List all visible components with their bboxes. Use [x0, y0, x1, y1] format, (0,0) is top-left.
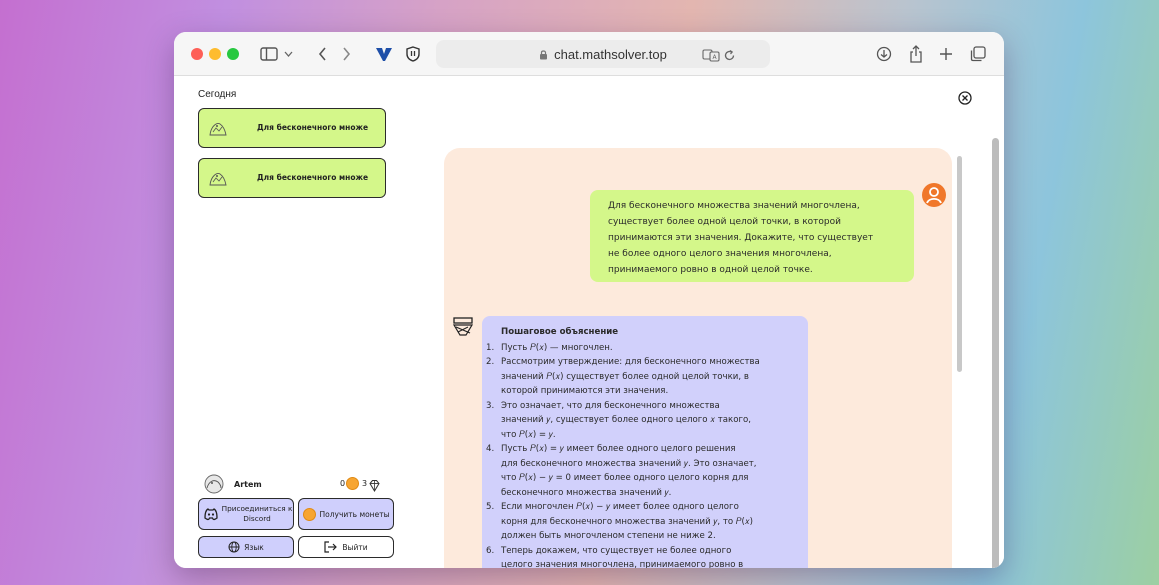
- step-line: для бесконечного множества значений 𝑦. Э…: [501, 458, 757, 469]
- step-text: Это означает, что для бесконечного множе…: [501, 399, 800, 443]
- language-label: Язык: [244, 542, 264, 552]
- explanation-step: 2. Рассмотрим утверждение: для бесконечно…: [486, 355, 800, 399]
- language-button[interactable]: Язык: [198, 536, 294, 558]
- tabs-icon[interactable]: [968, 41, 988, 67]
- logout-label: Выйти: [342, 542, 368, 552]
- maximize-window-button[interactable]: [227, 48, 239, 60]
- gem-icon: [368, 477, 381, 496]
- step-number: 5.: [486, 502, 495, 512]
- user-message: Для бесконечного множества значений мног…: [590, 190, 914, 282]
- user-info: Artem 0 3: [202, 474, 392, 494]
- coin-icon: [302, 507, 316, 521]
- chevron-down-icon[interactable]: [282, 41, 294, 67]
- step-text: Теперь докажем, что существует не более …: [501, 544, 800, 569]
- browser-toolbar: chat.mathsolver.top A: [174, 32, 1004, 76]
- step-line: целого значения многочлена, принимаемого…: [501, 560, 744, 568]
- step-number: 1.: [486, 342, 495, 353]
- username: Artem: [234, 480, 262, 489]
- vpn-icon[interactable]: [374, 41, 394, 67]
- lock-icon: [539, 45, 548, 64]
- url-text: chat.mathsolver.top: [554, 46, 667, 62]
- step-line: значений 𝑦, существует более одного цело…: [501, 415, 751, 425]
- step-line: Пусть 𝑃(𝑥) — многочлен.: [501, 342, 613, 353]
- explanation-step: 1. Пусть 𝑃(𝑥) — многочлен.: [486, 341, 800, 356]
- bot-doodle-icon: [207, 120, 229, 142]
- shield-icon[interactable]: [404, 41, 422, 67]
- sidebar-icon[interactable]: [258, 41, 280, 67]
- step-text: Рассмотрим утверждение: для бесконечного…: [501, 355, 800, 399]
- step-line: должен быть многочленом степени не ниже …: [501, 531, 716, 541]
- page-scrollbar[interactable]: [992, 138, 999, 568]
- chat-history-label: Для бесконечного множе: [257, 173, 369, 182]
- explanation-step: 4. Пусть 𝑃(𝑥) = 𝑦 имеет более одного цело…: [486, 442, 800, 500]
- avatar[interactable]: [202, 474, 226, 498]
- close-icon[interactable]: [958, 90, 972, 105]
- step-line: Пусть 𝑃(𝑥) = 𝑦 имеет более одного целого…: [501, 444, 736, 454]
- sidebar-section-title: Сегодня: [198, 89, 237, 100]
- explanation-steps: 1. Пусть 𝑃(𝑥) — многочлен. 2. Рассмотрим ут…: [486, 341, 800, 569]
- get-coins-label: Получить монеты: [319, 509, 390, 519]
- step-line: что 𝑃(𝑥) − 𝑦 = 0 имеет более одного цело…: [501, 473, 749, 483]
- browser-window: chat.mathsolver.top A Сегодня Для бескон…: [174, 32, 1004, 568]
- chat-history-item[interactable]: Для бесконечного множе: [198, 108, 386, 148]
- forward-icon[interactable]: [338, 41, 354, 67]
- share-icon[interactable]: [906, 41, 926, 67]
- step-number: 2.: [486, 357, 495, 367]
- explanation-step: 6. Теперь докажем, что существует не боле…: [486, 544, 800, 569]
- discord-label-line2: Discord: [243, 514, 271, 523]
- step-line: корня для бесконечного множества значени…: [501, 516, 754, 527]
- coin-count: 0: [340, 479, 346, 488]
- step-line: Теперь докажем, что существует не более …: [501, 545, 732, 556]
- address-bar[interactable]: chat.mathsolver.top A: [436, 40, 770, 68]
- step-number: 3.: [486, 400, 495, 411]
- step-number: 4.: [486, 444, 495, 454]
- back-icon[interactable]: [314, 41, 330, 67]
- new-tab-icon[interactable]: [936, 41, 956, 67]
- minimize-window-button[interactable]: [209, 48, 221, 60]
- step-line: Это означает, что для бесконечного множе…: [501, 400, 720, 411]
- bot-doodle-icon: [207, 170, 229, 192]
- gem-count: 3: [362, 479, 368, 488]
- explanation-title: Пошаговое объяснение: [501, 327, 619, 337]
- user-message-line: принимаются эти значения. Докажите, что …: [608, 233, 874, 243]
- download-icon[interactable]: [874, 41, 894, 67]
- explanation-step: 3. Это означает, что для бесконечного мно…: [486, 399, 800, 443]
- coin-icon: [346, 477, 359, 490]
- bot-avatar-icon: [452, 316, 474, 338]
- user-message-line: существует более одной целой точки, в ко…: [608, 217, 841, 227]
- logout-icon: [324, 541, 338, 553]
- discord-icon: [203, 507, 219, 523]
- user-message-line: не более одного целого значения многочле…: [608, 249, 832, 259]
- user-message-line: принимаемого ровно в одной целой точке.: [608, 265, 813, 275]
- assistant-message: Пошаговое объяснение 1. Пусть 𝑃(𝑥) — мног…: [482, 316, 808, 568]
- step-line: Если многочлен 𝑃(𝑥) − 𝑦 имеет более одно…: [501, 502, 739, 512]
- page-content: Сегодня Для бесконечного множе Для беско…: [174, 76, 1004, 568]
- step-line: которой принимаются эти значения.: [501, 386, 669, 396]
- logout-button[interactable]: Выйти: [298, 536, 394, 558]
- join-discord-button[interactable]: Присоединиться к Discord: [198, 498, 294, 530]
- reload-icon[interactable]: [723, 47, 736, 66]
- explanation-step: 5. Если многочлен 𝑃(𝑥) − 𝑦 имеет более од…: [486, 500, 800, 544]
- get-coins-button[interactable]: Получить монеты: [298, 498, 394, 530]
- chat-scrollbar[interactable]: [957, 156, 962, 372]
- globe-icon: [228, 541, 240, 553]
- close-window-button[interactable]: [191, 48, 203, 60]
- step-line: что 𝑃(𝑥) = 𝑦.: [501, 429, 556, 440]
- step-text: Пусть 𝑃(𝑥) = 𝑦 имеет более одного целого…: [501, 442, 800, 500]
- discord-label-line1: Присоединиться к: [221, 504, 293, 513]
- chat-history-item[interactable]: Для бесконечного множе: [198, 158, 386, 198]
- step-text: Если многочлен 𝑃(𝑥) − 𝑦 имеет более одно…: [501, 500, 800, 544]
- step-text: Пусть 𝑃(𝑥) — многочлен.: [501, 341, 800, 356]
- user-avatar-icon: [921, 182, 947, 208]
- step-number: 6.: [486, 545, 495, 556]
- user-message-line: Для бесконечного множества значений мног…: [608, 201, 860, 211]
- translate-icon[interactable]: A: [702, 47, 720, 66]
- step-line: бесконечного множества значений 𝑦.: [501, 487, 672, 498]
- chat-history-label: Для бесконечного множе: [257, 123, 369, 132]
- step-line: Рассмотрим утверждение: для бесконечного…: [501, 357, 760, 367]
- step-line: значений 𝑃(𝑥) существует более одной цел…: [501, 371, 749, 382]
